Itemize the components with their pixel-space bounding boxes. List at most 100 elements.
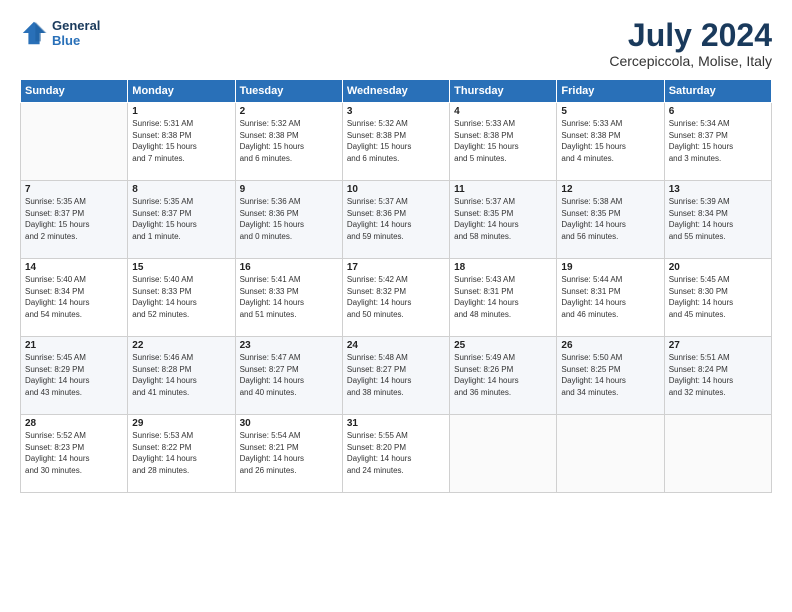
day-number: 29 [132, 418, 230, 429]
calendar-header-row: Sunday Monday Tuesday Wednesday Thursday… [21, 80, 772, 103]
calendar-cell: 14Sunrise: 5:40 AM Sunset: 8:34 PM Dayli… [21, 259, 128, 337]
calendar-cell: 6Sunrise: 5:34 AM Sunset: 8:37 PM Daylig… [664, 103, 771, 181]
calendar-week-row: 28Sunrise: 5:52 AM Sunset: 8:23 PM Dayli… [21, 415, 772, 493]
calendar-week-row: 21Sunrise: 5:45 AM Sunset: 8:29 PM Dayli… [21, 337, 772, 415]
day-info: Sunrise: 5:55 AM Sunset: 8:20 PM Dayligh… [347, 430, 445, 476]
day-number: 7 [25, 184, 123, 195]
calendar-page: General Blue July 2024 Cercepiccola, Mol… [0, 0, 792, 612]
calendar-cell [450, 415, 557, 493]
calendar-cell [664, 415, 771, 493]
calendar-cell: 23Sunrise: 5:47 AM Sunset: 8:27 PM Dayli… [235, 337, 342, 415]
day-info: Sunrise: 5:41 AM Sunset: 8:33 PM Dayligh… [240, 274, 338, 320]
day-info: Sunrise: 5:51 AM Sunset: 8:24 PM Dayligh… [669, 352, 767, 398]
day-number: 24 [347, 340, 445, 351]
calendar-cell: 9Sunrise: 5:36 AM Sunset: 8:36 PM Daylig… [235, 181, 342, 259]
day-number: 19 [561, 262, 659, 273]
calendar-cell [557, 415, 664, 493]
calendar-cell: 30Sunrise: 5:54 AM Sunset: 8:21 PM Dayli… [235, 415, 342, 493]
calendar-cell: 22Sunrise: 5:46 AM Sunset: 8:28 PM Dayli… [128, 337, 235, 415]
day-info: Sunrise: 5:35 AM Sunset: 8:37 PM Dayligh… [25, 196, 123, 242]
calendar-cell: 20Sunrise: 5:45 AM Sunset: 8:30 PM Dayli… [664, 259, 771, 337]
day-info: Sunrise: 5:38 AM Sunset: 8:35 PM Dayligh… [561, 196, 659, 242]
day-number: 16 [240, 262, 338, 273]
col-saturday: Saturday [664, 80, 771, 103]
day-number: 27 [669, 340, 767, 351]
calendar-cell: 8Sunrise: 5:35 AM Sunset: 8:37 PM Daylig… [128, 181, 235, 259]
day-info: Sunrise: 5:48 AM Sunset: 8:27 PM Dayligh… [347, 352, 445, 398]
col-thursday: Thursday [450, 80, 557, 103]
logo: General Blue [20, 18, 100, 48]
calendar-cell: 16Sunrise: 5:41 AM Sunset: 8:33 PM Dayli… [235, 259, 342, 337]
day-number: 23 [240, 340, 338, 351]
day-number: 11 [454, 184, 552, 195]
calendar-cell: 24Sunrise: 5:48 AM Sunset: 8:27 PM Dayli… [342, 337, 449, 415]
calendar-cell: 19Sunrise: 5:44 AM Sunset: 8:31 PM Dayli… [557, 259, 664, 337]
calendar-week-row: 1Sunrise: 5:31 AM Sunset: 8:38 PM Daylig… [21, 103, 772, 181]
calendar-cell: 10Sunrise: 5:37 AM Sunset: 8:36 PM Dayli… [342, 181, 449, 259]
day-info: Sunrise: 5:32 AM Sunset: 8:38 PM Dayligh… [347, 118, 445, 164]
day-number: 31 [347, 418, 445, 429]
page-header: General Blue July 2024 Cercepiccola, Mol… [20, 18, 772, 69]
day-number: 10 [347, 184, 445, 195]
day-number: 20 [669, 262, 767, 273]
title-block: July 2024 Cercepiccola, Molise, Italy [609, 18, 772, 69]
calendar-cell: 31Sunrise: 5:55 AM Sunset: 8:20 PM Dayli… [342, 415, 449, 493]
logo-text: General Blue [52, 18, 100, 48]
calendar-cell: 21Sunrise: 5:45 AM Sunset: 8:29 PM Dayli… [21, 337, 128, 415]
day-number: 8 [132, 184, 230, 195]
calendar-week-row: 7Sunrise: 5:35 AM Sunset: 8:37 PM Daylig… [21, 181, 772, 259]
calendar-cell: 2Sunrise: 5:32 AM Sunset: 8:38 PM Daylig… [235, 103, 342, 181]
calendar-cell: 13Sunrise: 5:39 AM Sunset: 8:34 PM Dayli… [664, 181, 771, 259]
day-info: Sunrise: 5:36 AM Sunset: 8:36 PM Dayligh… [240, 196, 338, 242]
day-info: Sunrise: 5:40 AM Sunset: 8:33 PM Dayligh… [132, 274, 230, 320]
day-number: 15 [132, 262, 230, 273]
day-number: 1 [132, 106, 230, 117]
day-info: Sunrise: 5:50 AM Sunset: 8:25 PM Dayligh… [561, 352, 659, 398]
col-monday: Monday [128, 80, 235, 103]
day-number: 21 [25, 340, 123, 351]
day-info: Sunrise: 5:52 AM Sunset: 8:23 PM Dayligh… [25, 430, 123, 476]
day-number: 9 [240, 184, 338, 195]
day-number: 30 [240, 418, 338, 429]
calendar-table: Sunday Monday Tuesday Wednesday Thursday… [20, 79, 772, 493]
day-info: Sunrise: 5:35 AM Sunset: 8:37 PM Dayligh… [132, 196, 230, 242]
calendar-cell: 15Sunrise: 5:40 AM Sunset: 8:33 PM Dayli… [128, 259, 235, 337]
day-number: 6 [669, 106, 767, 117]
col-friday: Friday [557, 80, 664, 103]
day-info: Sunrise: 5:33 AM Sunset: 8:38 PM Dayligh… [454, 118, 552, 164]
day-number: 26 [561, 340, 659, 351]
day-info: Sunrise: 5:37 AM Sunset: 8:36 PM Dayligh… [347, 196, 445, 242]
day-info: Sunrise: 5:44 AM Sunset: 8:31 PM Dayligh… [561, 274, 659, 320]
logo-icon [20, 19, 48, 47]
day-number: 28 [25, 418, 123, 429]
day-info: Sunrise: 5:47 AM Sunset: 8:27 PM Dayligh… [240, 352, 338, 398]
day-number: 12 [561, 184, 659, 195]
calendar-cell: 7Sunrise: 5:35 AM Sunset: 8:37 PM Daylig… [21, 181, 128, 259]
calendar-cell: 27Sunrise: 5:51 AM Sunset: 8:24 PM Dayli… [664, 337, 771, 415]
day-number: 4 [454, 106, 552, 117]
day-number: 3 [347, 106, 445, 117]
day-info: Sunrise: 5:32 AM Sunset: 8:38 PM Dayligh… [240, 118, 338, 164]
day-info: Sunrise: 5:53 AM Sunset: 8:22 PM Dayligh… [132, 430, 230, 476]
calendar-cell: 18Sunrise: 5:43 AM Sunset: 8:31 PM Dayli… [450, 259, 557, 337]
day-info: Sunrise: 5:49 AM Sunset: 8:26 PM Dayligh… [454, 352, 552, 398]
col-sunday: Sunday [21, 80, 128, 103]
main-title: July 2024 [609, 18, 772, 53]
calendar-week-row: 14Sunrise: 5:40 AM Sunset: 8:34 PM Dayli… [21, 259, 772, 337]
calendar-cell: 28Sunrise: 5:52 AM Sunset: 8:23 PM Dayli… [21, 415, 128, 493]
day-info: Sunrise: 5:43 AM Sunset: 8:31 PM Dayligh… [454, 274, 552, 320]
day-info: Sunrise: 5:46 AM Sunset: 8:28 PM Dayligh… [132, 352, 230, 398]
day-number: 17 [347, 262, 445, 273]
calendar-cell [21, 103, 128, 181]
calendar-cell: 25Sunrise: 5:49 AM Sunset: 8:26 PM Dayli… [450, 337, 557, 415]
location-subtitle: Cercepiccola, Molise, Italy [609, 53, 772, 69]
day-info: Sunrise: 5:37 AM Sunset: 8:35 PM Dayligh… [454, 196, 552, 242]
day-number: 18 [454, 262, 552, 273]
day-number: 14 [25, 262, 123, 273]
day-info: Sunrise: 5:54 AM Sunset: 8:21 PM Dayligh… [240, 430, 338, 476]
calendar-cell: 5Sunrise: 5:33 AM Sunset: 8:38 PM Daylig… [557, 103, 664, 181]
day-number: 13 [669, 184, 767, 195]
calendar-cell: 3Sunrise: 5:32 AM Sunset: 8:38 PM Daylig… [342, 103, 449, 181]
day-number: 5 [561, 106, 659, 117]
day-info: Sunrise: 5:39 AM Sunset: 8:34 PM Dayligh… [669, 196, 767, 242]
